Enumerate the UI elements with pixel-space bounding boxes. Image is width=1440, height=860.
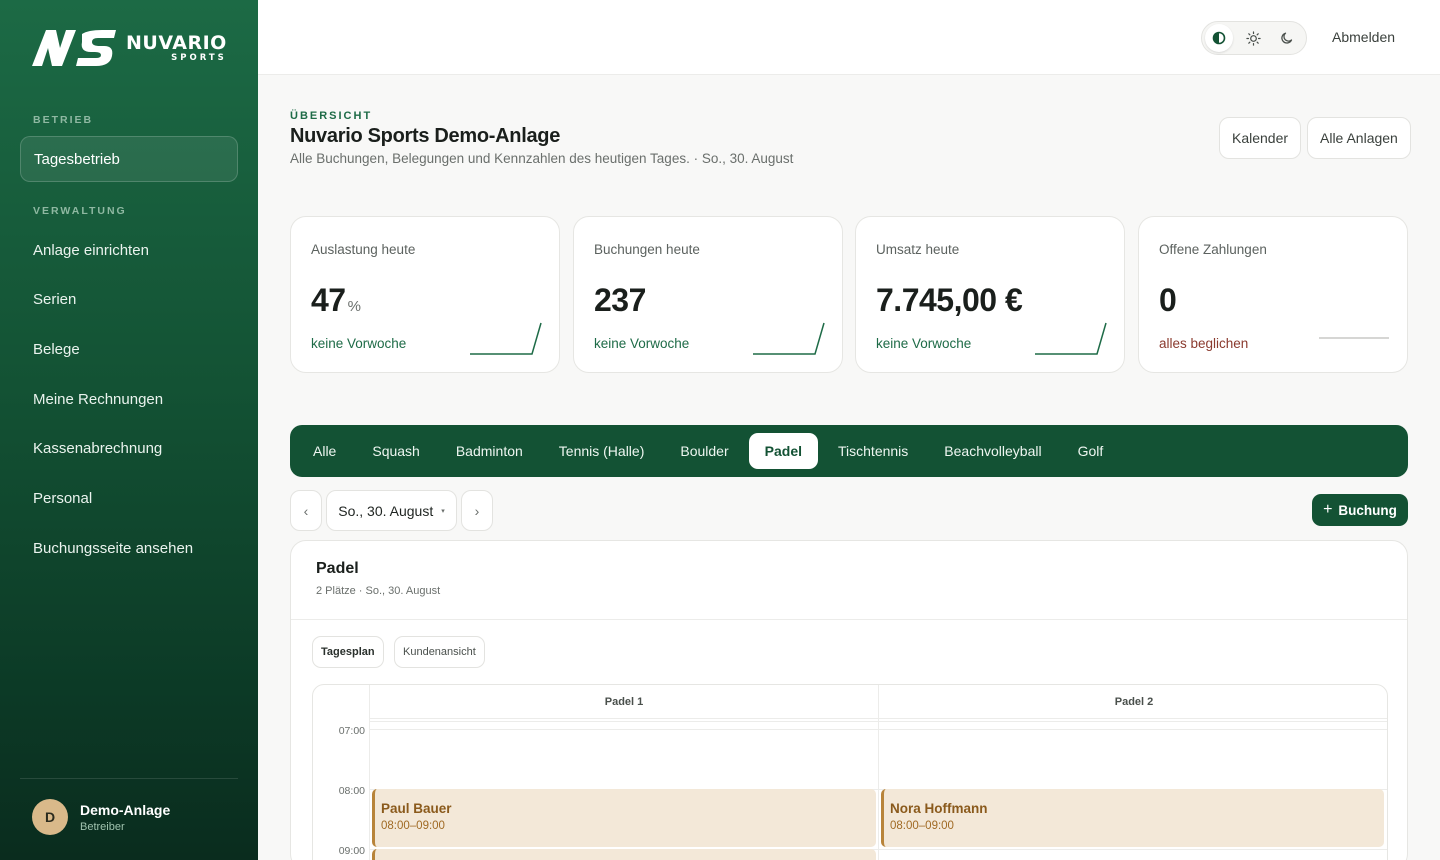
kpi-value: 47% xyxy=(311,282,361,319)
kpi-label: Buchungen heute xyxy=(594,242,700,257)
panel-title: Padel xyxy=(316,560,359,577)
theme-auto-button[interactable] xyxy=(1205,24,1233,52)
brand-logo[interactable]: NUVARIO SPORTS xyxy=(32,28,227,68)
court-header-padel-1: Padel 1 xyxy=(604,696,644,708)
theme-light-button[interactable] xyxy=(1239,24,1267,52)
add-booking-label: Buchung xyxy=(1338,502,1397,518)
time-label: 07:00 xyxy=(338,725,365,737)
kpi-number: 47 xyxy=(311,282,346,318)
tab-golf[interactable]: Golf xyxy=(1062,433,1120,469)
padel-panel: Padel 2 Plätze · So., 30. August Tagespl… xyxy=(290,540,1408,860)
kpi-note: keine Vorwoche xyxy=(594,336,690,351)
tab-alle[interactable]: Alle xyxy=(297,433,352,469)
date-picker-label: So., 30. August xyxy=(338,502,434,519)
kpi-value: 237 xyxy=(594,282,648,319)
kpi-note: alles beglichen xyxy=(1159,336,1249,351)
court-header-padel-2: Padel 2 xyxy=(1114,696,1154,708)
tab-tennis-halle[interactable]: Tennis (Halle) xyxy=(543,433,661,469)
sparkline-icon xyxy=(470,322,542,355)
logout-link[interactable]: Abmelden xyxy=(1332,29,1395,45)
tab-kundenansicht[interactable]: Kundenansicht xyxy=(394,636,485,668)
user-name: Demo-Anlage xyxy=(80,801,171,818)
plus-icon: + xyxy=(1323,501,1333,518)
kpi-card-umsatz: Umsatz heute 7.745,00 € keine Vorwoche xyxy=(855,216,1125,373)
tab-boulder[interactable]: Boulder xyxy=(664,433,744,469)
all-facilities-button[interactable]: Alle Anlagen xyxy=(1307,117,1411,159)
grid-line xyxy=(369,721,1387,722)
panel-divider xyxy=(291,619,1407,620)
contrast-icon xyxy=(1212,31,1226,45)
theme-toggle xyxy=(1201,21,1307,55)
moon-icon xyxy=(1281,32,1293,44)
brand-name: NUVARIO xyxy=(126,31,227,54)
prev-day-button[interactable]: ‹ xyxy=(290,490,322,531)
kpi-number: 0 xyxy=(1159,282,1177,318)
nav-section-betrieb: BETRIEB xyxy=(33,114,94,126)
tab-badminton[interactable]: Badminton xyxy=(440,433,539,469)
theme-dark-button[interactable] xyxy=(1273,24,1301,52)
booking-name: Nora Hoffmann xyxy=(890,801,988,816)
grid-line xyxy=(369,729,1387,730)
kpi-value: 7.745,00 € xyxy=(876,282,1024,319)
avatar: D xyxy=(32,799,68,835)
page-title: Nuvario Sports Demo-Anlage xyxy=(290,125,561,147)
kpi-number: 237 xyxy=(594,282,646,318)
kpi-unit: % xyxy=(347,298,361,315)
booking-time: 08:00–09:00 xyxy=(890,820,954,832)
sidebar-item-serien[interactable]: Serien xyxy=(20,277,238,323)
add-booking-button[interactable]: + Buchung xyxy=(1312,494,1408,526)
nav-section-verwaltung: VERWALTUNG xyxy=(33,205,127,217)
tab-tischtennis[interactable]: Tischtennis xyxy=(822,433,924,469)
booking-card[interactable]: Paul Bauer 08:00–09:00 xyxy=(372,789,876,847)
user-profile[interactable]: D Demo-Anlage Betreiber xyxy=(32,799,170,835)
sparkline-icon xyxy=(1319,337,1389,339)
page-eyebrow: ÜBERSICHT xyxy=(290,110,373,122)
kpi-card-buchungen: Buchungen heute 237 keine Vorwoche xyxy=(573,216,843,373)
tab-padel[interactable]: Padel xyxy=(748,433,818,469)
kpi-value: 0 xyxy=(1159,282,1178,319)
kpi-note: keine Vorwoche xyxy=(876,336,972,351)
topbar: Abmelden xyxy=(258,0,1440,75)
panel-subtitle: 2 Plätze · So., 30. August xyxy=(316,585,441,597)
nuvario-logo-icon xyxy=(32,30,116,66)
sidebar-item-meine-rechnungen[interactable]: Meine Rechnungen xyxy=(20,377,238,423)
sidebar-item-personal[interactable]: Personal xyxy=(20,476,238,522)
tab-beachvolleyball[interactable]: Beachvolleyball xyxy=(928,433,1057,469)
sidebar-item-buchungsseite-ansehen[interactable]: Buchungsseite ansehen xyxy=(20,526,238,572)
sport-tabs: Alle Squash Badminton Tennis (Halle) Bou… xyxy=(290,425,1408,477)
tab-tagesplan[interactable]: Tagesplan xyxy=(312,636,384,668)
sun-icon xyxy=(1245,30,1261,46)
next-day-button[interactable]: › xyxy=(461,490,493,531)
schedule-grid: Padel 1 Padel 2 07:00 08:00 09:00 Paul B… xyxy=(312,684,1388,860)
sidebar-item-belege[interactable]: Belege xyxy=(20,327,238,373)
kpi-label: Umsatz heute xyxy=(876,242,960,257)
brand-sub: SPORTS xyxy=(171,52,227,63)
chevron-down-icon: ▾ xyxy=(441,507,445,515)
booking-card[interactable] xyxy=(372,849,876,860)
kpi-label: Auslastung heute xyxy=(311,242,416,257)
kpi-label: Offene Zahlungen xyxy=(1159,242,1267,257)
kpi-number: 7.745,00 € xyxy=(876,282,1023,318)
sidebar-item-tagesbetrieb[interactable]: Tagesbetrieb xyxy=(20,136,238,182)
kpi-card-auslastung: Auslastung heute 47% keine Vorwoche xyxy=(290,216,560,373)
user-role: Betreiber xyxy=(80,820,125,833)
kpi-note: keine Vorwoche xyxy=(311,336,407,351)
time-label: 08:00 xyxy=(338,785,365,797)
grid-line xyxy=(369,718,1387,719)
sidebar: NUVARIO SPORTS BETRIEB Tagesbetrieb VERW… xyxy=(0,0,258,860)
date-picker[interactable]: So., 30. August ▾ xyxy=(326,490,457,531)
sidebar-item-anlage-einrichten[interactable]: Anlage einrichten xyxy=(20,228,238,274)
booking-name: Paul Bauer xyxy=(381,801,452,816)
booking-time: 08:00–09:00 xyxy=(381,820,445,832)
page-subtitle: Alle Buchungen, Belegungen und Kennzahle… xyxy=(290,151,794,166)
calendar-button[interactable]: Kalender xyxy=(1219,117,1302,159)
tab-squash[interactable]: Squash xyxy=(356,433,435,469)
sidebar-divider xyxy=(20,778,238,779)
sidebar-item-kassenabrechnung[interactable]: Kassenabrechnung xyxy=(20,426,238,472)
kpi-card-offene-zahlungen: Offene Zahlungen 0 alles beglichen xyxy=(1138,216,1408,373)
time-label: 09:00 xyxy=(338,845,365,857)
sparkline-icon xyxy=(1035,322,1107,355)
booking-card[interactable]: Nora Hoffmann 08:00–09:00 xyxy=(881,789,1384,847)
sparkline-icon xyxy=(753,322,825,355)
